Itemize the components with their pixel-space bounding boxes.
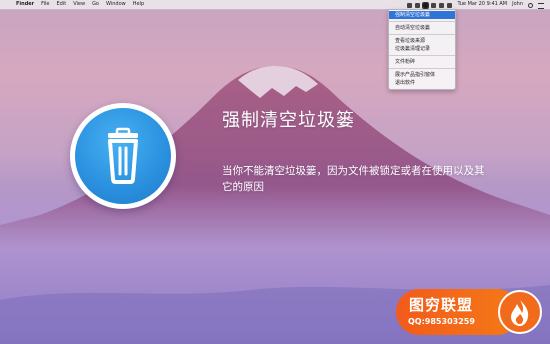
notification-center-icon[interactable] <box>538 2 544 9</box>
menu-item-shred-file[interactable]: 文件粉碎 <box>389 58 455 66</box>
menu-item-trash-clean-log[interactable]: 垃圾篓清理记录 <box>389 45 455 53</box>
dropbox-icon[interactable] <box>407 3 413 8</box>
volume-icon[interactable] <box>439 3 445 8</box>
battery-icon[interactable] <box>447 3 453 8</box>
status-dropdown-menu: 强制清空垃圾篓 自动清空垃圾篓 查看垃圾来源 垃圾篓清理记录 文件粉碎 展示产品… <box>388 9 456 90</box>
user-name[interactable]: John <box>512 0 523 9</box>
menu-item-auto-empty-trash[interactable]: 自动清空垃圾篓 <box>389 24 455 32</box>
wifi-icon[interactable] <box>431 3 437 8</box>
watermark-title: 图穷联盟 <box>409 296 474 314</box>
bluetooth-icon[interactable] <box>415 3 421 8</box>
menu-separator <box>389 55 455 56</box>
spotlight-icon[interactable] <box>528 2 533 8</box>
feature-title: 强制清空垃圾篓 <box>222 110 355 131</box>
menu-window[interactable]: Window <box>106 0 126 9</box>
menu-file[interactable]: File <box>41 0 49 9</box>
menu-help[interactable]: Help <box>133 0 144 9</box>
menu-go[interactable]: Go <box>92 0 99 9</box>
app-icon <box>70 103 176 209</box>
menu-separator <box>389 68 455 69</box>
clock[interactable]: Tue Mar 20 9:41 AM <box>457 0 507 9</box>
menu-edit[interactable]: Edit <box>57 0 67 9</box>
menu-separator <box>389 21 455 22</box>
menu-view[interactable]: View <box>73 0 85 9</box>
watermark: 图穷联盟 QQ:985303259 <box>396 289 542 335</box>
menu-item-quit[interactable]: 退出软件 <box>389 79 455 87</box>
status-area: Tue Mar 20 9:41 AM John <box>407 0 544 9</box>
flame-icon <box>511 300 529 326</box>
menu-item-force-empty-trash[interactable]: 强制清空垃圾篓 <box>389 11 455 19</box>
menu-finder[interactable]: Finder <box>16 0 34 9</box>
trash-status-icon[interactable] <box>422 2 430 9</box>
feature-description: 当你不能清空垃圾篓，因为文件被锁定或者在使用以及其它的原因 <box>222 165 485 193</box>
menu-separator <box>389 34 455 35</box>
watermark-logo <box>498 290 542 334</box>
watermark-qq: QQ:985303259 <box>408 317 475 326</box>
menu-item-show-guide[interactable]: 展示产品指引窗体 <box>389 71 455 79</box>
menu-bar: Finder File Edit View Go Window Help Tue… <box>0 0 550 10</box>
trash-icon <box>108 127 138 184</box>
status-icons <box>407 1 453 9</box>
menu-list: Finder File Edit View Go Window Help <box>16 0 144 9</box>
menu-item-view-trash-source[interactable]: 查看垃圾来源 <box>389 37 455 45</box>
